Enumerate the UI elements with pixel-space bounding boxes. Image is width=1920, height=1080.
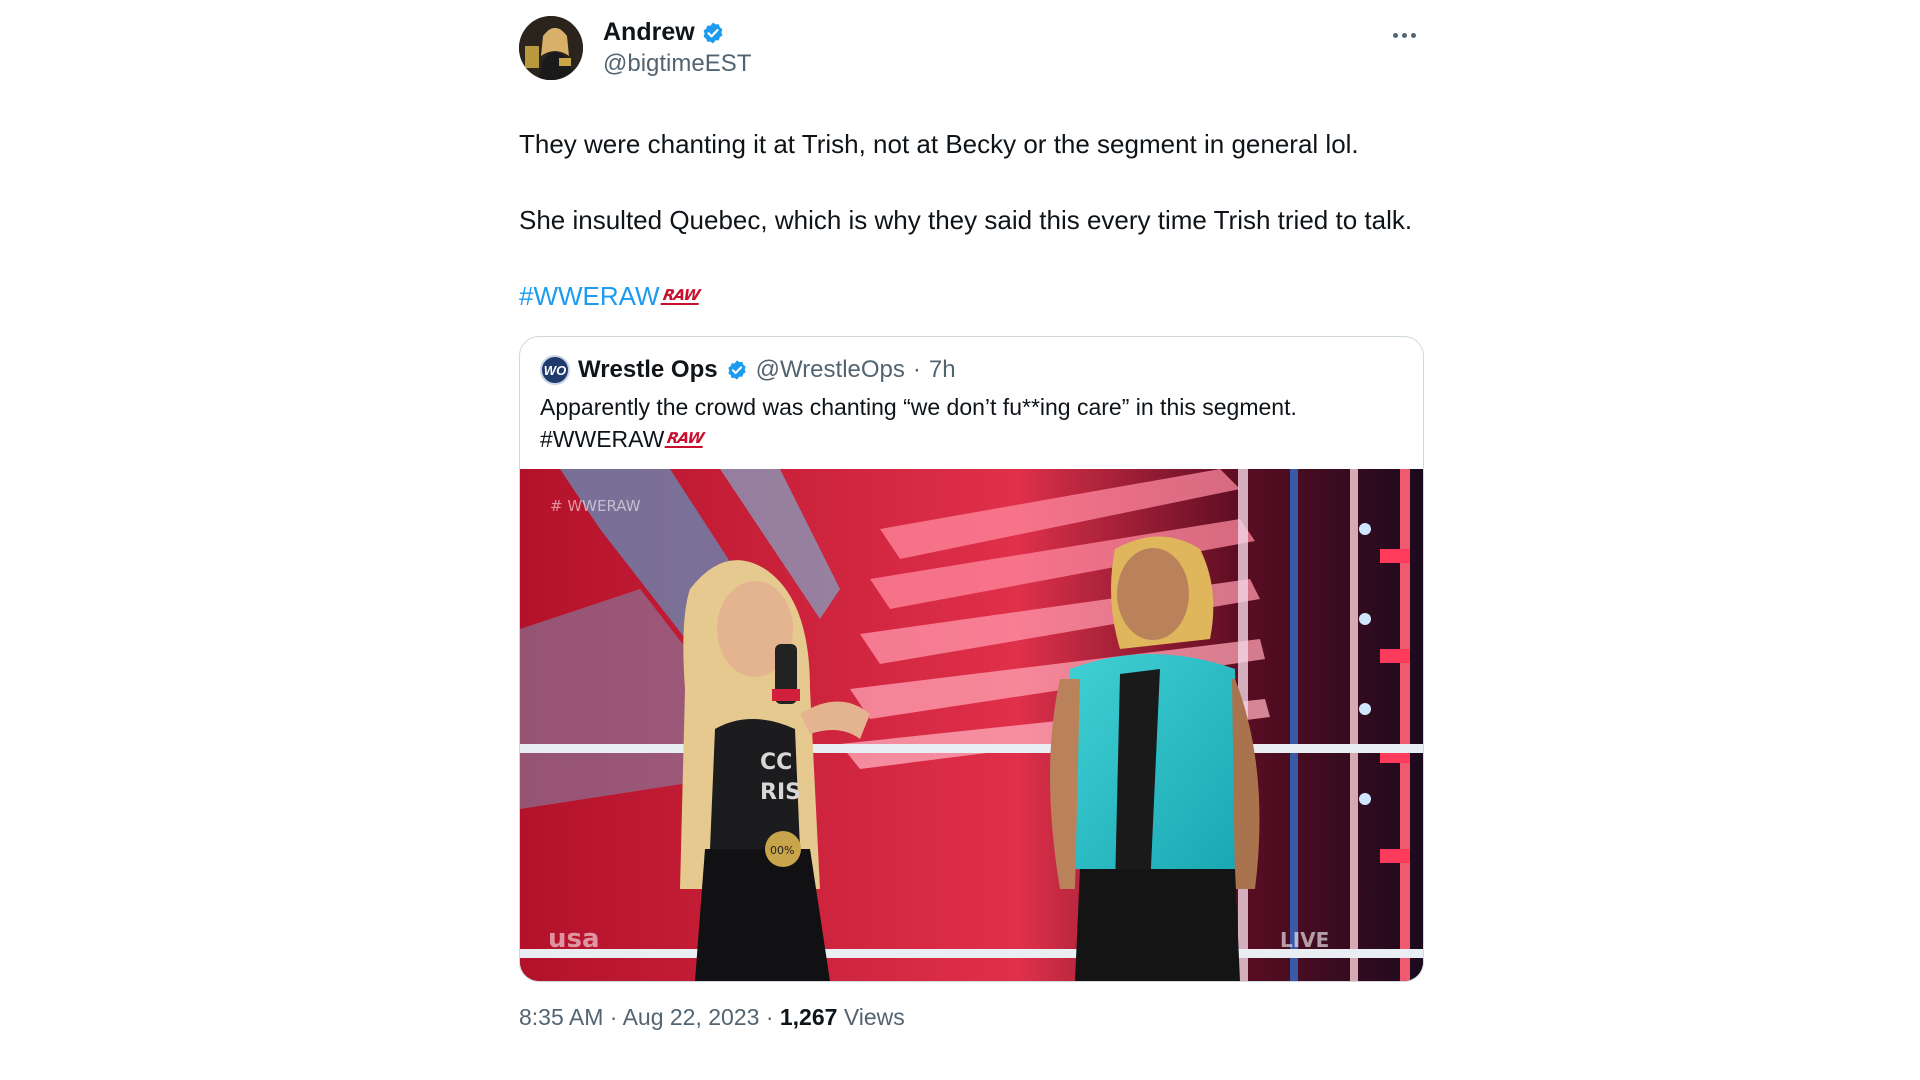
footer-separator-2: · xyxy=(765,1004,774,1030)
quoted-tweet-media-image[interactable]: CC RIS 00% # WWERAW usa LIVE xyxy=(520,469,1423,981)
author-handle[interactable]: @bigtimeEST xyxy=(603,50,751,78)
hashtag-link[interactable]: #WWERAW xyxy=(519,277,660,315)
quoted-hashtag[interactable]: #WWERAW xyxy=(540,423,664,455)
views-count[interactable]: 1,267 xyxy=(780,1004,838,1030)
quoted-raw-hashflag-icon: RAW xyxy=(664,428,706,448)
quoted-verified-badge-icon xyxy=(726,359,748,381)
author-avatar[interactable] xyxy=(519,16,583,80)
author-name-row: Andrew xyxy=(603,18,725,47)
tweet-paragraph-1: They were chanting it at Trish, not at B… xyxy=(519,129,1359,159)
belt-text: 00% xyxy=(770,844,794,857)
shirt-text-2: RIS xyxy=(760,780,801,805)
dot-3 xyxy=(1410,32,1416,38)
usa-network-bug: usa xyxy=(548,924,600,954)
quoted-author-avatar[interactable]: WO xyxy=(540,355,570,385)
tweet-date[interactable]: Aug 22, 2023 xyxy=(623,1004,760,1030)
shirt-text-1: CC xyxy=(760,750,792,775)
dot-2 xyxy=(1401,32,1407,38)
quoted-tweet[interactable]: WO Wrestle Ops @WrestleOps · 7h Apparent… xyxy=(519,336,1424,982)
tweet-card: Andrew @bigtimeEST They were chanting it… xyxy=(519,14,1424,1031)
verified-badge-icon xyxy=(701,21,725,45)
tweet-time[interactable]: 8:35 AM xyxy=(519,1004,603,1030)
avatar-photo-icon xyxy=(519,16,583,80)
tweet-footer: 8:35 AM · Aug 22, 2023 · 1,267 Views xyxy=(519,1004,1424,1031)
wrestling-ring-photo: CC RIS 00% # WWERAW usa LIVE xyxy=(520,469,1423,981)
dot-1 xyxy=(1392,32,1398,38)
footer-separator-1: · xyxy=(609,1004,618,1030)
quoted-timestamp[interactable]: 7h xyxy=(929,356,956,384)
views-label: Views xyxy=(843,1004,905,1030)
quoted-separator-dot: · xyxy=(912,356,921,383)
author-display-name[interactable]: Andrew xyxy=(603,18,695,47)
quoted-author-name[interactable]: Wrestle Ops xyxy=(578,356,718,384)
more-options-ellipsis-icon[interactable] xyxy=(1384,20,1424,50)
live-bug: LIVE xyxy=(1280,928,1329,952)
tweet-hashtag-line: #WWERAW RAW xyxy=(519,277,1424,315)
quoted-tweet-text: Apparently the crowd was chanting “we do… xyxy=(520,385,1423,455)
quoted-tweet-header: WO Wrestle Ops @WrestleOps · 7h xyxy=(520,337,1423,385)
tweet-body: They were chanting it at Trish, not at B… xyxy=(519,125,1424,315)
quoted-tweet-sentence: Apparently the crowd was chanting “we do… xyxy=(540,394,1297,420)
tweet-header: Andrew @bigtimeEST xyxy=(519,14,1424,84)
tweet-paragraph-2: She insulted Quebec, which is why they s… xyxy=(519,205,1413,235)
media-overlay-hashtag: # WWERAW xyxy=(550,497,641,515)
raw-hashflag-icon: RAW xyxy=(660,285,701,305)
quoted-hashtag-line: #WWERAW RAW xyxy=(540,423,1403,455)
quoted-author-handle[interactable]: @WrestleOps xyxy=(756,356,905,384)
